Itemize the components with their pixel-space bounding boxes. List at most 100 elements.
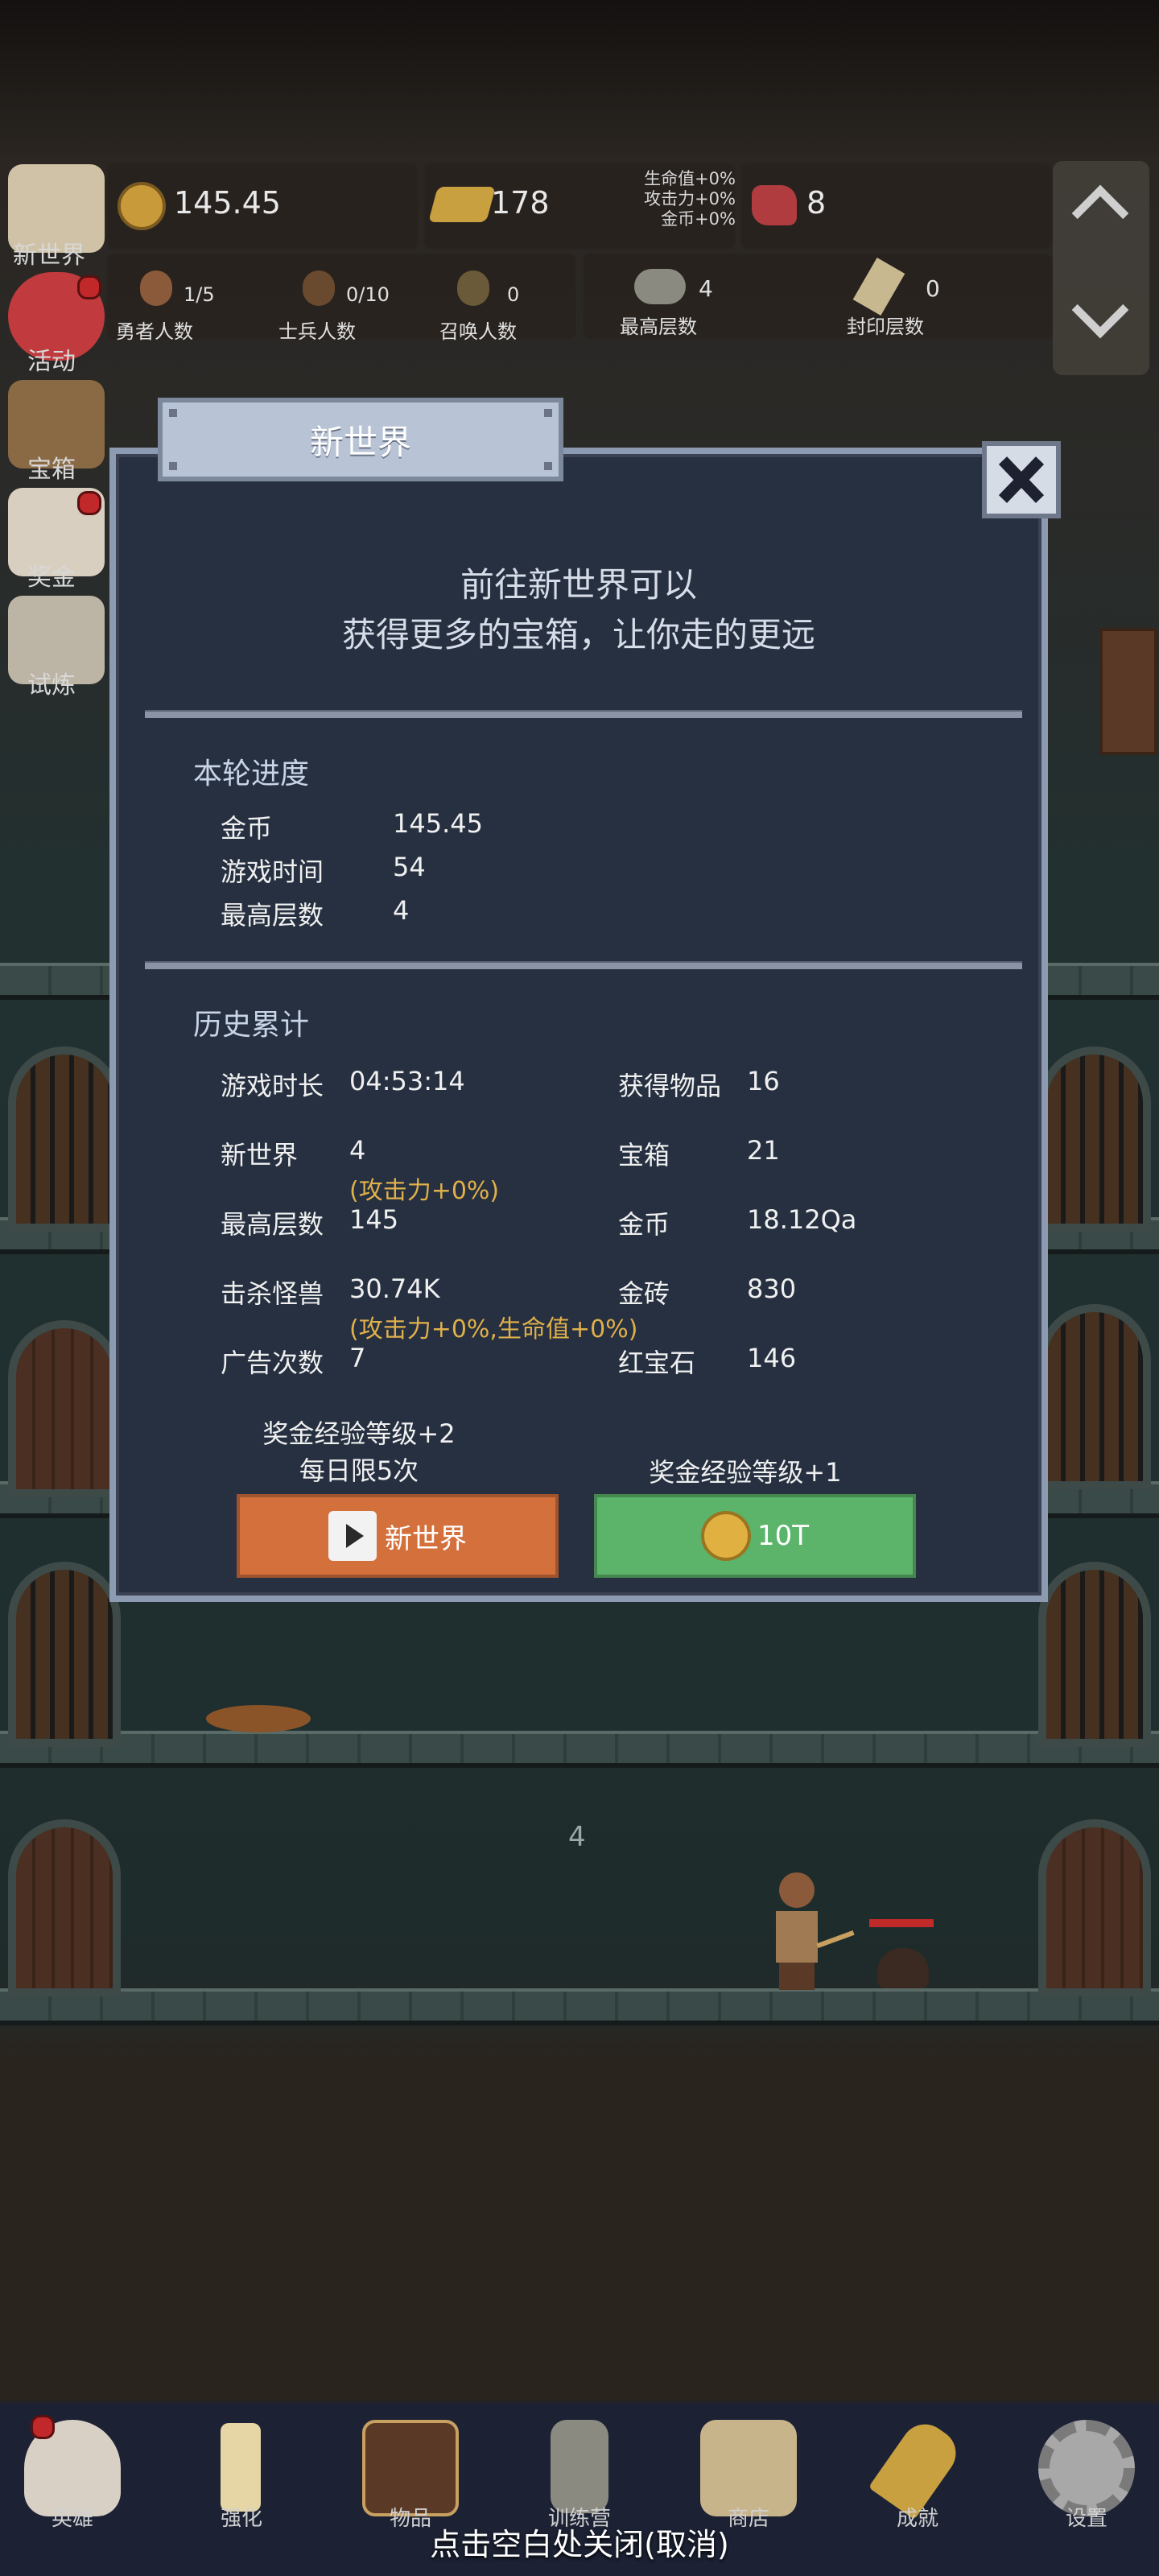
history-gold-label: 金币	[618, 1209, 670, 1240]
nav-upgrade[interactable]: 强化	[185, 2415, 298, 2536]
nav-items[interactable]: 物品	[354, 2415, 467, 2536]
max-floor-count: 4	[699, 275, 713, 302]
scroll-up-icon[interactable]	[1071, 184, 1129, 242]
rivet	[544, 409, 552, 417]
gold-buff: 金币+0%	[661, 209, 736, 229]
dungeon-door	[1038, 1819, 1151, 1996]
divider	[145, 710, 1022, 718]
round-max-floor-label: 最高层数	[221, 900, 324, 931]
summon-head-icon	[457, 270, 489, 306]
rivet	[544, 462, 552, 470]
nav-shop[interactable]: 商店	[692, 2415, 805, 2536]
dungeon-floor-ledge	[0, 1988, 1159, 2025]
soldiers-label: 士兵人数	[278, 320, 356, 343]
close-icon	[998, 456, 1045, 503]
spider-enemy	[877, 1948, 929, 1988]
bricks-stat: 178 生命值+0% 攻击力+0% 金币+0%	[423, 163, 736, 250]
gold-coin-icon	[118, 182, 166, 230]
close-button[interactable]	[982, 441, 1061, 518]
kills-bonus: (攻击力+0%,生命值+0%)	[349, 1315, 638, 1344]
ruby-stat: 8	[740, 163, 1053, 250]
notification-dot	[77, 275, 101, 299]
intro-line-2: 获得更多的宝箱，让你走的更远	[341, 615, 815, 654]
dungeon-gate	[8, 1562, 121, 1747]
soldier-head-icon	[303, 270, 335, 306]
new-world-ad-button[interactable]: 新世界	[237, 1494, 559, 1578]
side-menu-label: 试炼	[27, 671, 76, 700]
dungeon-gate	[1038, 1304, 1151, 1489]
seal-floor-label: 封印层数	[847, 316, 924, 338]
side-menu-bonus[interactable]: 奖金	[3, 488, 109, 592]
side-menu-new-world[interactable]: 新世界	[3, 164, 109, 270]
hero-head-icon	[140, 270, 172, 306]
dropped-loot-pile	[206, 1705, 311, 1732]
wall-banner	[1099, 628, 1157, 755]
notification-dot	[77, 491, 101, 515]
tap-to-close-hint[interactable]: 点击空白处关闭(取消)	[0, 2520, 1159, 2564]
new-world-gold-button[interactable]: 10T	[594, 1494, 916, 1578]
intro-line-1: 前往新世界可以	[460, 565, 697, 605]
round-gold-label: 金币	[221, 813, 273, 844]
dialog-intro: 前往新世界可以 获得更多的宝箱，让你走的更远	[116, 560, 1041, 660]
summons-count: 0	[507, 283, 520, 306]
side-menu-events[interactable]: 活动	[3, 272, 109, 377]
scroll-panel	[1053, 161, 1149, 375]
new-world-count-value: 4	[349, 1135, 366, 1166]
stone-icon	[634, 269, 686, 304]
enemy-health-bar	[869, 1919, 934, 1927]
dungeon-gate	[1038, 1046, 1151, 1232]
unit-counts: 1/5 勇者人数 0/10 士兵人数 0 召唤人数	[106, 253, 576, 343]
notification-dot	[31, 2415, 55, 2439]
side-menu-label: 新世界	[13, 242, 85, 270]
dungeon-gate	[1038, 1562, 1151, 1747]
side-menu-label: 奖金	[27, 564, 76, 592]
play-time-value: 04:53:14	[349, 1066, 465, 1096]
history-max-floor-value: 145	[349, 1204, 399, 1235]
items-value: 16	[747, 1066, 780, 1096]
nav-heroes[interactable]: 英雄	[16, 2415, 129, 2536]
dialog-title: 新世界	[309, 422, 411, 462]
rivet	[169, 462, 177, 470]
ruby-icon	[752, 185, 797, 225]
side-menu-label: 宝箱	[27, 456, 76, 484]
nav-training[interactable]: 训练营	[523, 2415, 636, 2536]
nav-achievements[interactable]: 成就	[861, 2414, 974, 2536]
play-time-label: 游戏时长	[221, 1071, 324, 1101]
side-menu-label: 活动	[27, 348, 76, 376]
summons-label: 召唤人数	[439, 320, 517, 343]
scroll-down-icon[interactable]	[1071, 281, 1129, 339]
dungeon-door	[8, 1819, 121, 1996]
right-button-note: 奖金经验等级+1	[649, 1457, 842, 1488]
hp-buff: 生命值+0%	[644, 169, 736, 188]
video-icon	[328, 1511, 377, 1561]
heroes-count: 1/5	[184, 283, 215, 306]
history-ruby-value: 146	[747, 1343, 797, 1373]
floor-stats: 4 最高层数 0 封印层数	[583, 253, 1053, 340]
candle-icon	[221, 2423, 261, 2512]
dungeon-gate	[8, 1046, 121, 1232]
nav-settings[interactable]: 设置	[1030, 2415, 1143, 2536]
left-note-2: 每日限5次	[299, 1455, 419, 1486]
kills-value: 30.74K	[349, 1274, 440, 1304]
new-world-bonus: (攻击力+0%)	[349, 1177, 500, 1205]
side-menu-chest[interactable]: 宝箱	[3, 380, 109, 485]
dialog-title-tab: 新世界	[158, 398, 563, 481]
history-ruby-label: 红宝石	[618, 1348, 696, 1378]
round-max-floor-value: 4	[393, 895, 410, 926]
side-menu-trial[interactable]: 试炼	[3, 596, 109, 700]
items-label: 获得物品	[618, 1071, 722, 1101]
history-bricks-label: 金砖	[618, 1278, 670, 1309]
hero-character	[774, 1872, 819, 1993]
history-title: 历史累计	[193, 1009, 310, 1042]
ads-label: 广告次数	[221, 1348, 324, 1378]
new-world-button-label: 新世界	[385, 1522, 467, 1555]
chest-label: 宝箱	[618, 1140, 670, 1170]
attack-buff: 攻击力+0%	[644, 189, 736, 208]
gold-brick-icon	[428, 187, 496, 222]
new-world-count-label: 新世界	[221, 1140, 299, 1170]
gold-coin-icon	[700, 1511, 751, 1561]
rivet	[169, 409, 177, 417]
chest-value: 21	[747, 1135, 780, 1166]
gold-stat: 145.45	[106, 163, 419, 250]
dungeon-floor-ledge	[0, 1731, 1159, 1768]
